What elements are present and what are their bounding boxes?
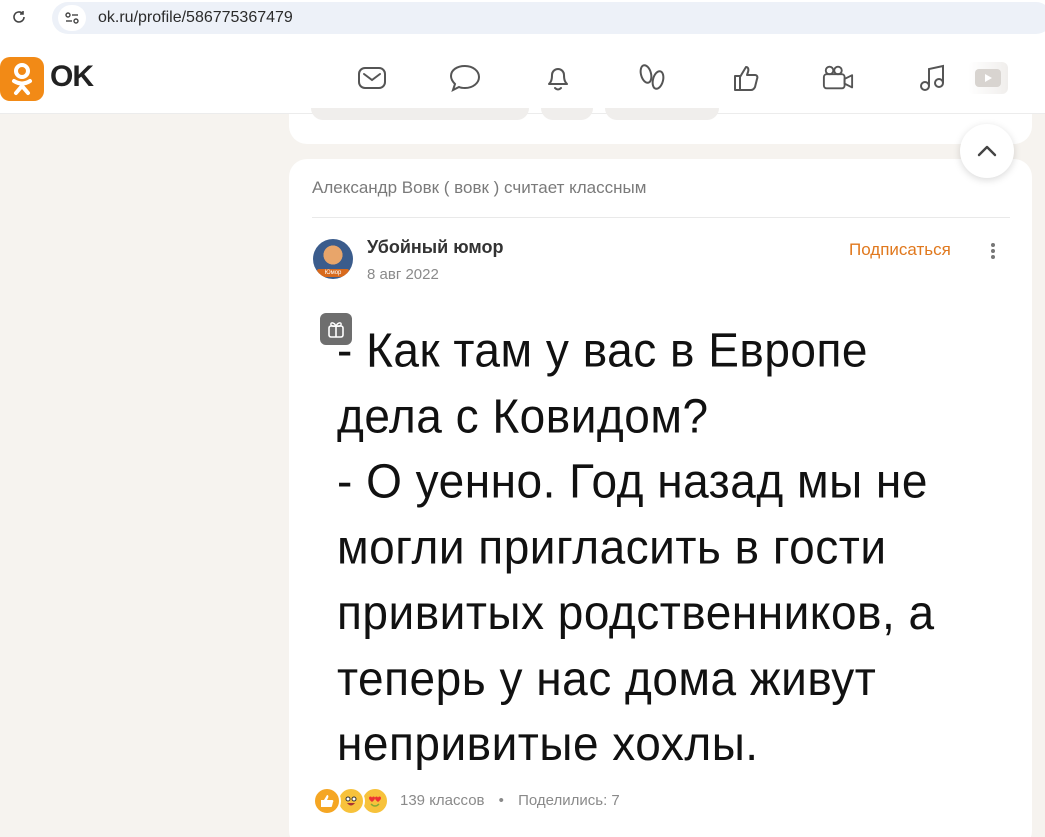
address-bar[interactable]: ok.ru/profile/586775367479	[52, 2, 1045, 34]
guests-icon[interactable]	[636, 62, 668, 94]
like-reaction-icon	[313, 787, 341, 815]
scroll-top-button[interactable]	[960, 124, 1014, 178]
chevron-up-icon	[977, 145, 997, 157]
notifications-icon[interactable]	[542, 62, 574, 94]
laugh-reaction-icon	[337, 787, 365, 815]
stats-separator: •	[498, 792, 504, 809]
post-stats: 139 классов • Поделились: 7	[400, 792, 630, 809]
previous-post-card	[289, 108, 1032, 144]
divider	[312, 217, 1010, 218]
reactions-stack[interactable]	[313, 787, 393, 817]
image-text-line: дела с Ковидом?	[337, 387, 709, 443]
activity-text[interactable]: Александр Вовк ( вовк ) считает классным	[312, 178, 646, 198]
url-text[interactable]: ok.ru/profile/586775367479	[98, 9, 293, 27]
image-text-line: могли пригласить в гости	[337, 519, 887, 574]
feed-post-card: Александр Вовк ( вовк ) считает классным…	[289, 159, 1032, 837]
reload-icon[interactable]	[8, 6, 30, 28]
previous-action-pill	[541, 108, 593, 120]
post-date[interactable]: 8 авг 2022	[367, 266, 439, 283]
love-reaction-icon	[361, 787, 389, 815]
site-info-icon[interactable]	[58, 5, 86, 31]
browser-toolbar: ok.ru/profile/586775367479	[0, 0, 1045, 38]
video-showcase-icon[interactable]	[968, 62, 1008, 94]
previous-action-pill	[311, 108, 529, 120]
more-options-icon[interactable]	[983, 239, 1003, 263]
ok-logo-icon[interactable]	[0, 57, 44, 101]
reactions-icon[interactable]	[730, 62, 762, 94]
site-header: OK	[0, 38, 1045, 114]
previous-action-pill	[605, 108, 719, 120]
image-text-line: привитых родственников, а	[337, 584, 935, 640]
messages-icon[interactable]	[356, 62, 388, 94]
group-avatar[interactable]: Юмор	[313, 239, 353, 279]
subscribe-button[interactable]: Подписаться	[849, 240, 951, 260]
gift-icon[interactable]	[320, 313, 352, 345]
likes-count[interactable]: 139 классов	[400, 792, 485, 809]
image-text-line: непривитые хохлы.	[337, 716, 759, 771]
video-icon[interactable]	[822, 62, 854, 94]
group-name[interactable]: Убойный юмор	[367, 237, 503, 258]
image-text-line: - О уенно. Год назад мы не	[337, 453, 928, 509]
music-icon[interactable]	[916, 62, 948, 94]
shares-count[interactable]: Поделились: 7	[518, 792, 620, 809]
image-text-line: теперь у нас дома живут	[337, 650, 877, 705]
ok-wordmark[interactable]: OK	[50, 60, 94, 94]
post-image[interactable]: - Как там у вас в Европе дела с Ковидом?…	[337, 317, 1017, 776]
avatar-caption: Юмор	[317, 269, 349, 277]
image-text-line: - Как там у вас в Европе	[337, 322, 868, 377]
discussions-icon[interactable]	[449, 62, 481, 94]
